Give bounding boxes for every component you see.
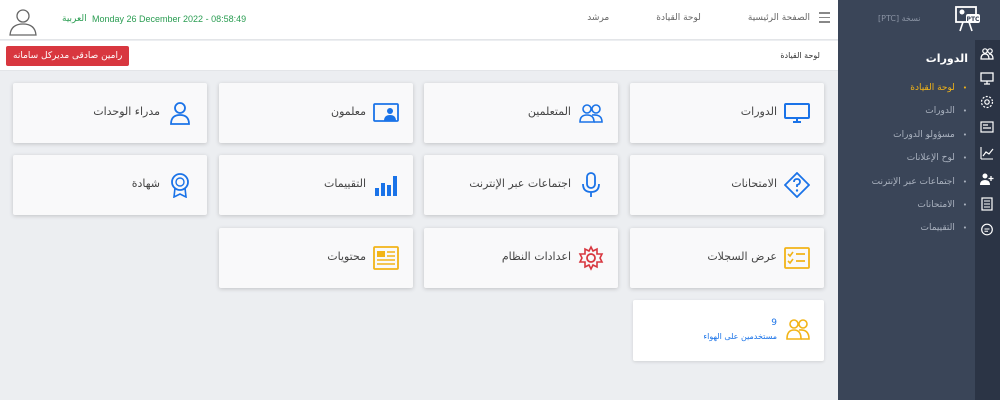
bar-chart-icon bbox=[375, 176, 397, 196]
top-header: العربية Monday 26 December 2022 - 08:58:… bbox=[0, 0, 838, 40]
certificate-icon bbox=[171, 173, 189, 198]
card-label: المتعلمين bbox=[527, 105, 571, 118]
online-users-card[interactable]: 9 مستخدمين على الهواء bbox=[633, 300, 824, 361]
gear-icon bbox=[578, 245, 604, 271]
sidebar-item-evaluations[interactable]: التقييمات bbox=[872, 220, 967, 243]
breadcrumb: لوحة القيادة bbox=[780, 51, 820, 60]
sidebar-item-exams[interactable]: الامتحانات bbox=[872, 197, 967, 220]
microphone-icon bbox=[582, 172, 600, 197]
card-certificate[interactable]: شهادة bbox=[13, 155, 207, 215]
card-contents[interactable]: محتويات bbox=[219, 228, 413, 288]
card-label: معلمون bbox=[331, 105, 366, 118]
datetime: Monday 26 December 2022 - 08:58:49 bbox=[92, 14, 247, 24]
card-exams[interactable]: الامتحانات bbox=[630, 155, 824, 215]
hamburger-menu-icon[interactable] bbox=[819, 12, 830, 23]
sidebar-item-online-meetings[interactable]: اجتماعات عبر الإنترنت bbox=[872, 174, 967, 197]
user-avatar-icon[interactable] bbox=[7, 5, 39, 37]
nav-dashboard[interactable]: لوحة القيادة bbox=[656, 13, 701, 23]
icon-rail bbox=[975, 40, 1000, 400]
ptc-logo-icon[interactable]: PTC bbox=[953, 4, 983, 34]
card-learners[interactable]: المتعلمين bbox=[424, 83, 618, 143]
card-label: مدراء الوحدات bbox=[93, 105, 160, 118]
svg-text:PTC: PTC bbox=[967, 16, 980, 23]
sidebar-menu: لوحة القيادة الدورات مسؤولو الدورات لوح … bbox=[872, 80, 967, 244]
monitor-rail-icon[interactable] bbox=[980, 71, 994, 85]
card-label: الامتحانات bbox=[731, 177, 777, 190]
breadcrumb-bar: رامین صادقی مدیرکل سامانه لوحة القيادة bbox=[0, 41, 838, 71]
question-icon bbox=[784, 172, 810, 198]
brand-version: [PTC] نسخة bbox=[878, 14, 921, 23]
card-label: التقييمات bbox=[324, 177, 366, 190]
board-rail-icon[interactable] bbox=[980, 120, 994, 134]
online-users-label: مستخدمين على الهواء bbox=[703, 332, 777, 341]
card-label: الدورات bbox=[740, 105, 777, 118]
card-view-logs[interactable]: عرض السجلات bbox=[630, 228, 824, 288]
document-rail-icon[interactable] bbox=[980, 197, 994, 211]
nav-guide[interactable]: مرشد bbox=[587, 13, 609, 23]
card-online-meetings[interactable]: اجتماعات عبر الإنترنت bbox=[424, 155, 618, 215]
newspaper-icon bbox=[373, 246, 399, 270]
user-icon bbox=[170, 102, 190, 125]
checklist-icon bbox=[784, 247, 810, 269]
card-label: اعدادات النظام bbox=[501, 250, 571, 263]
card-system-settings[interactable]: اعدادات النظام bbox=[424, 228, 618, 288]
sidebar-item-bulletin[interactable]: لوح الإعلانات bbox=[872, 150, 967, 173]
sidebar-item-dashboard[interactable]: لوحة القيادة bbox=[872, 80, 967, 103]
users-icon bbox=[579, 104, 603, 123]
online-users-icon bbox=[786, 319, 810, 340]
card-evaluations[interactable]: التقييمات bbox=[219, 155, 413, 215]
teacher-icon bbox=[373, 103, 399, 122]
gear-rail-icon[interactable] bbox=[980, 95, 994, 109]
users-rail-icon[interactable] bbox=[980, 47, 994, 61]
add-user-rail-icon[interactable] bbox=[980, 172, 994, 186]
sidebar-item-courses[interactable]: الدورات bbox=[872, 103, 967, 126]
online-users-count: 9 bbox=[771, 318, 777, 328]
admin-user-button[interactable]: رامین صادقی مدیرکل سامانه bbox=[6, 46, 130, 66]
nav-home[interactable]: الصفحة الرئيسية bbox=[748, 13, 810, 23]
card-label: شهادة bbox=[131, 177, 160, 190]
sidebar-item-course-admins[interactable]: مسؤولو الدورات bbox=[872, 127, 967, 150]
monitor-icon bbox=[784, 103, 810, 123]
card-label: محتويات bbox=[327, 250, 366, 263]
top-nav: الصفحة الرئيسية لوحة القيادة مرشد bbox=[587, 13, 810, 23]
card-courses[interactable]: الدورات bbox=[630, 83, 824, 143]
card-label: اجتماعات عبر الإنترنت bbox=[469, 177, 571, 190]
chat-rail-icon[interactable] bbox=[980, 223, 994, 237]
language-link[interactable]: العربية bbox=[62, 14, 87, 24]
chart-rail-icon[interactable] bbox=[980, 146, 994, 160]
card-teachers[interactable]: معلمون bbox=[219, 83, 413, 143]
card-label: عرض السجلات bbox=[707, 250, 777, 263]
card-unit-managers[interactable]: مدراء الوحدات bbox=[13, 83, 207, 143]
sidebar-title: الدورات bbox=[925, 52, 968, 65]
